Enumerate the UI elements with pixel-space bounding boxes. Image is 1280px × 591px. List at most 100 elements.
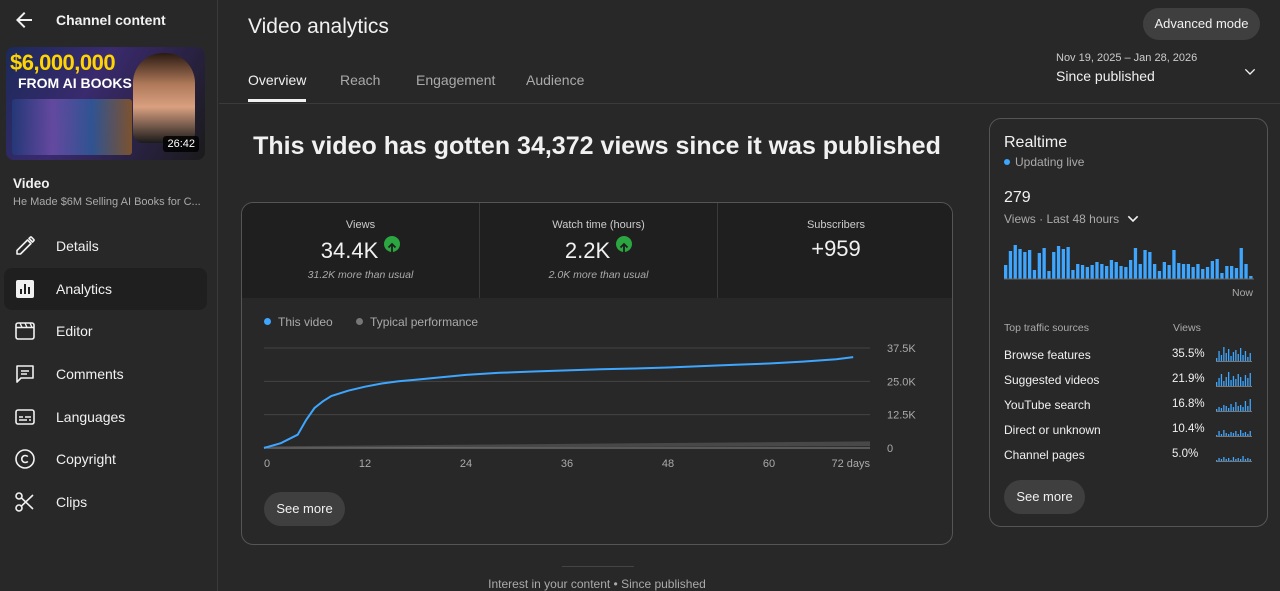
realtime-bar xyxy=(1181,264,1186,279)
sidebar-item-copyright[interactable]: Copyright xyxy=(4,438,207,480)
sparkline-bar xyxy=(1220,355,1223,361)
sparkline-bar xyxy=(1237,434,1239,436)
advanced-mode-button[interactable]: Advanced mode xyxy=(1143,8,1260,40)
tab-engagement[interactable]: Engagement xyxy=(416,72,495,88)
legend-dot-typical xyxy=(356,318,364,325)
sparkline-bar xyxy=(1218,378,1220,386)
sidebar-item-details[interactable]: Details xyxy=(4,225,207,267)
metric-subscribers[interactable]: Subscribers +959 xyxy=(718,203,952,298)
realtime-bar xyxy=(1085,267,1089,279)
sidebar-item-label: Copyright xyxy=(56,451,116,467)
realtime-bar xyxy=(1143,250,1147,279)
realtime-bar xyxy=(1090,265,1094,279)
legend-dot-this-video xyxy=(264,318,271,325)
realtime-bar xyxy=(1037,253,1041,279)
traffic-source-pct: 21.9% xyxy=(1172,373,1205,385)
chevron-down-icon xyxy=(1127,215,1138,223)
traffic-sparkline xyxy=(1216,430,1252,437)
realtime-see-more-button[interactable]: See more xyxy=(1004,480,1085,514)
x-tick-label: 36 xyxy=(561,458,573,470)
sidebar-item-clips[interactable]: Clips xyxy=(4,481,207,523)
realtime-bar xyxy=(1191,267,1195,279)
sparkline-bar xyxy=(1230,356,1232,361)
sparkline-bar xyxy=(1216,435,1218,436)
views-headline: This video has gotten 34,372 views since… xyxy=(253,132,941,160)
realtime-period-selector[interactable]: Views · Last 48 hours xyxy=(1004,211,1141,227)
tabs-divider xyxy=(219,103,1280,104)
main-content: Video analytics Advanced mode Overview R… xyxy=(219,0,1280,591)
realtime-bar xyxy=(1023,252,1027,279)
x-tick-label: 0 xyxy=(264,458,270,470)
sidebar-item-editor[interactable]: Editor xyxy=(4,310,207,352)
sidebar-item-comments[interactable]: Comments xyxy=(4,353,207,395)
traffic-sources-header: Top traffic sources xyxy=(1004,322,1090,334)
date-range-selector[interactable]: Nov 19, 2025 – Jan 28, 2026 Since publis… xyxy=(1056,52,1266,92)
realtime-bar xyxy=(1177,263,1181,279)
realtime-bar xyxy=(1042,248,1046,279)
video-thumbnail[interactable]: $6,000,000 FROM AI BOOKS 26:42 xyxy=(6,47,205,160)
editor-icon xyxy=(15,322,35,340)
tab-overview[interactable]: Overview xyxy=(248,72,307,102)
sparkline-bar xyxy=(1235,402,1237,411)
sparkline-bar xyxy=(1242,355,1244,361)
this-video-line xyxy=(263,356,854,449)
realtime-bar-chart xyxy=(1004,245,1254,280)
metric-watch-time[interactable]: Watch time (hours) 2.2K 2.0K more than u… xyxy=(480,203,717,298)
sparkline-bar xyxy=(1220,459,1223,461)
sparkline-bar xyxy=(1235,459,1237,461)
sparkline-bar xyxy=(1230,380,1232,386)
sparkline-bar xyxy=(1225,353,1227,361)
sidebar-item-label: Comments xyxy=(56,366,124,382)
sidebar-item-label: Languages xyxy=(56,409,126,425)
realtime-bar xyxy=(1230,266,1234,279)
realtime-bar xyxy=(1172,250,1176,279)
back-arrow-icon[interactable] xyxy=(12,8,36,32)
sparkline-bar xyxy=(1249,459,1251,461)
traffic-source-row: YouTube search 16.8% xyxy=(1004,398,1254,418)
realtime-bar xyxy=(1008,251,1013,279)
metric-value: 34.4K xyxy=(242,236,479,264)
sparkline-bar xyxy=(1240,430,1242,436)
sparkline-bar xyxy=(1247,406,1249,411)
sparkline-bar xyxy=(1242,407,1244,411)
x-tick-label: 24 xyxy=(460,458,472,470)
sparkline-bar xyxy=(1247,434,1249,436)
sidebar-item-analytics[interactable]: Analytics xyxy=(4,268,207,310)
metric-views[interactable]: Views 34.4K 31.2K more than usual xyxy=(242,203,479,298)
realtime-bar xyxy=(1095,262,1099,279)
sparkline-bar xyxy=(1216,358,1218,361)
sparkline-bar xyxy=(1235,431,1237,436)
realtime-status-text: Updating live xyxy=(1015,155,1085,169)
sparkline-bar xyxy=(1228,372,1230,386)
realtime-bar xyxy=(1080,265,1085,279)
realtime-bar xyxy=(1061,249,1065,279)
sparkline-bar xyxy=(1237,458,1239,461)
sparkline-bar xyxy=(1218,351,1220,361)
sparkline-bar xyxy=(1230,460,1232,461)
realtime-bar xyxy=(1220,273,1224,279)
realtime-bar xyxy=(1215,259,1219,279)
sparkline-bar xyxy=(1232,352,1235,361)
sparkline-bar xyxy=(1232,376,1235,386)
sparkline-bar xyxy=(1240,348,1242,361)
chevron-down-icon xyxy=(1244,68,1256,75)
sparkline-bar xyxy=(1225,459,1227,461)
section-caption: Interest in your content • Since publish… xyxy=(488,577,706,591)
section-divider xyxy=(562,566,634,567)
tab-reach[interactable]: Reach xyxy=(340,72,380,88)
realtime-bar xyxy=(1052,252,1056,279)
copyright-icon xyxy=(15,449,35,469)
sidebar-item-languages[interactable]: Languages xyxy=(4,396,207,438)
sidebar-item-label: Editor xyxy=(56,323,93,339)
see-more-button[interactable]: See more xyxy=(264,492,345,526)
legend-typical: Typical performance xyxy=(370,315,479,329)
sparkline-bar xyxy=(1244,432,1247,436)
thumbnail-text-amount: $6,000,000 xyxy=(10,50,116,75)
sparkline-bar xyxy=(1216,409,1218,411)
sparkline-bar xyxy=(1240,377,1242,386)
scissors-icon xyxy=(15,492,34,512)
metric-value-text: 2.2K xyxy=(564,238,611,263)
traffic-source-pct: 5.0% xyxy=(1172,448,1199,460)
tab-audience[interactable]: Audience xyxy=(526,72,584,88)
realtime-bar xyxy=(1114,262,1118,279)
